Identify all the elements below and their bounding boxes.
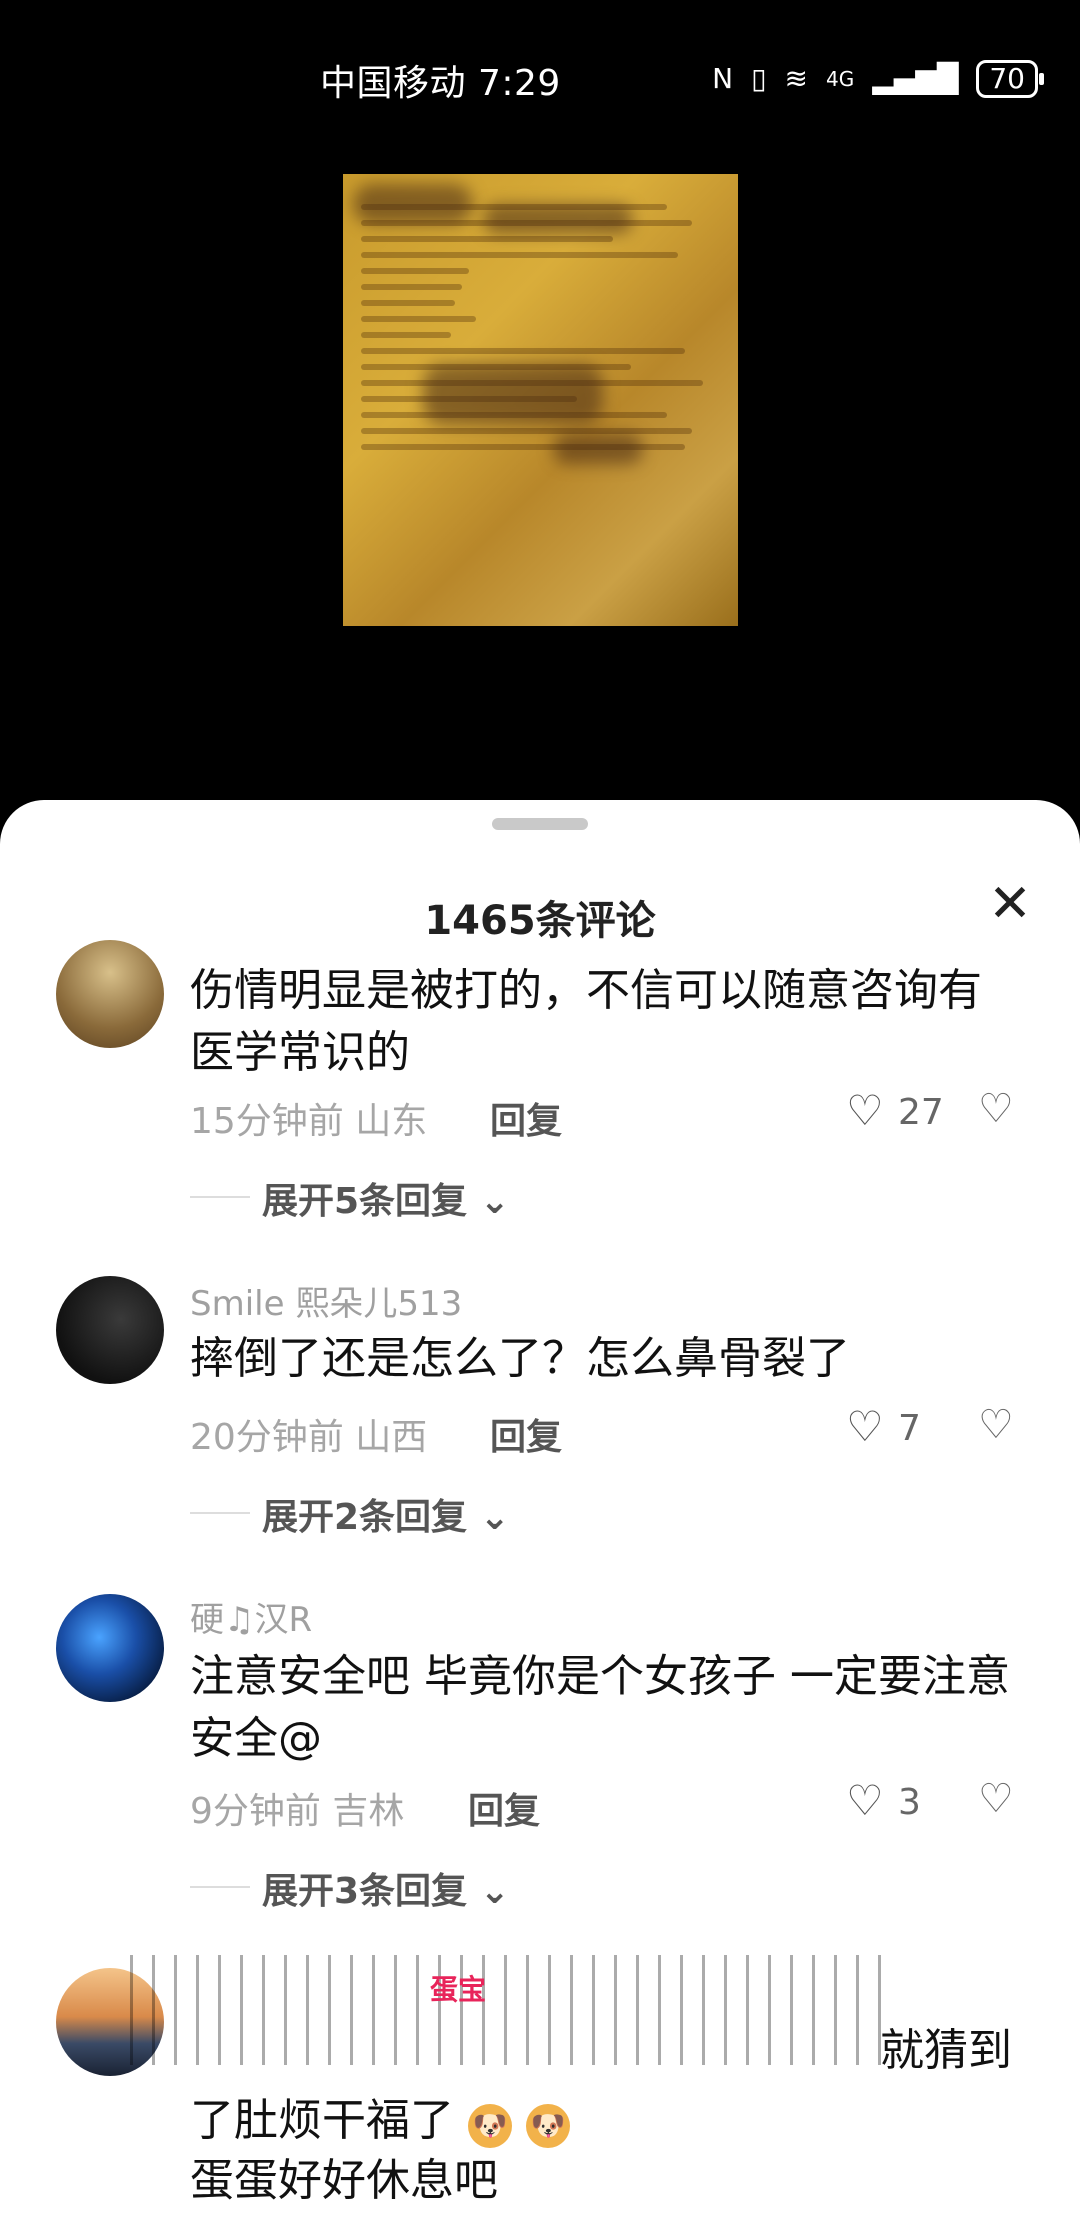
like-icon[interactable]: ♡ bbox=[846, 1776, 884, 1825]
privacy-blur bbox=[553, 434, 643, 464]
avatar[interactable] bbox=[56, 1594, 164, 1702]
network-type: 4G bbox=[825, 67, 855, 91]
avatar[interactable] bbox=[56, 1276, 164, 1384]
expand-divider bbox=[190, 1512, 250, 1514]
reply-button[interactable]: 回复 bbox=[468, 1782, 540, 1834]
wifi-icon: ≋ bbox=[784, 62, 808, 95]
comment-meta: 9分钟前 吉林 bbox=[190, 1791, 405, 1832]
battery-icon: 70 bbox=[976, 60, 1044, 98]
comment-text-line2: 了肚烦干福了 🐶 🐶 bbox=[190, 2090, 1020, 2152]
comment-text: 摔倒了还是怎么了？怎么鼻骨裂了 bbox=[190, 1333, 850, 1384]
reply-button[interactable]: 回复 bbox=[490, 1092, 562, 1144]
like-count: 27 bbox=[898, 1092, 944, 1133]
dog-emoji-icon: 🐶 bbox=[526, 2104, 570, 2148]
glitch-overlay bbox=[130, 1955, 890, 2065]
expand-divider bbox=[190, 1886, 250, 1888]
username[interactable]: 硬♫汉R bbox=[190, 1592, 312, 1641]
medical-record-photo[interactable] bbox=[343, 174, 738, 626]
reply-button[interactable]: 回复 bbox=[490, 1408, 562, 1460]
like-count: 3 bbox=[898, 1782, 921, 1823]
dislike-icon[interactable]: ♡ bbox=[978, 1776, 1014, 1822]
dislike-icon[interactable]: ♡ bbox=[978, 1402, 1014, 1448]
expand-divider bbox=[190, 1196, 250, 1198]
comment-meta: 20分钟前 山西 bbox=[190, 1417, 428, 1458]
like-count: 7 bbox=[898, 1408, 921, 1449]
comment-meta: 15分钟前 山东 bbox=[190, 1101, 428, 1142]
like-icon[interactable]: ♡ bbox=[846, 1402, 884, 1451]
drag-handle[interactable] bbox=[492, 818, 588, 830]
privacy-blur bbox=[483, 204, 633, 234]
comment-text-line3: 蛋蛋好好休息吧 bbox=[190, 2155, 498, 2206]
like-icon[interactable]: ♡ bbox=[846, 1086, 884, 1135]
user-tag: 蛋宝 bbox=[430, 1973, 487, 2006]
username[interactable]: Smile 熙朵儿513 bbox=[190, 1276, 462, 1325]
comments-count-title: 1465条评论 bbox=[424, 898, 656, 944]
expand-replies-button[interactable]: 展开3条回复 ⌄ bbox=[262, 1862, 510, 1914]
carrier-time: 中国移动 7:29 bbox=[320, 63, 561, 104]
vibrate-icon: ▯ bbox=[751, 62, 767, 95]
expand-replies-button[interactable]: 展开2条回复 ⌄ bbox=[262, 1488, 510, 1540]
dog-emoji-icon: 🐶 bbox=[468, 2104, 512, 2148]
expand-replies-button[interactable]: 展开5条回复 ⌄ bbox=[262, 1172, 510, 1224]
status-icons: N ▯ ≋ 4G ▂▄▆█ 70 bbox=[712, 60, 1044, 98]
comment-text: 注意安全吧 毕竟你是个女孩子 一定要注意安全@ bbox=[190, 1651, 1010, 1764]
dislike-icon[interactable]: ♡ bbox=[978, 1086, 1014, 1132]
privacy-blur bbox=[353, 184, 473, 224]
comment-text-right: 就猜到 bbox=[880, 2025, 1012, 2076]
avatar[interactable] bbox=[56, 940, 164, 1048]
close-icon[interactable]: ✕ bbox=[984, 878, 1036, 930]
nfc-icon: N bbox=[712, 62, 734, 95]
privacy-blur bbox=[423, 364, 603, 424]
signal-icon: ▂▄▆█ bbox=[872, 62, 959, 95]
comment-text: 伤情明显是被打的，不信可以随意咨询有医学常识的 bbox=[190, 965, 982, 1078]
status-bar: 中国移动 7:29 N ▯ ≋ 4G ▂▄▆█ 70 bbox=[0, 0, 1080, 160]
